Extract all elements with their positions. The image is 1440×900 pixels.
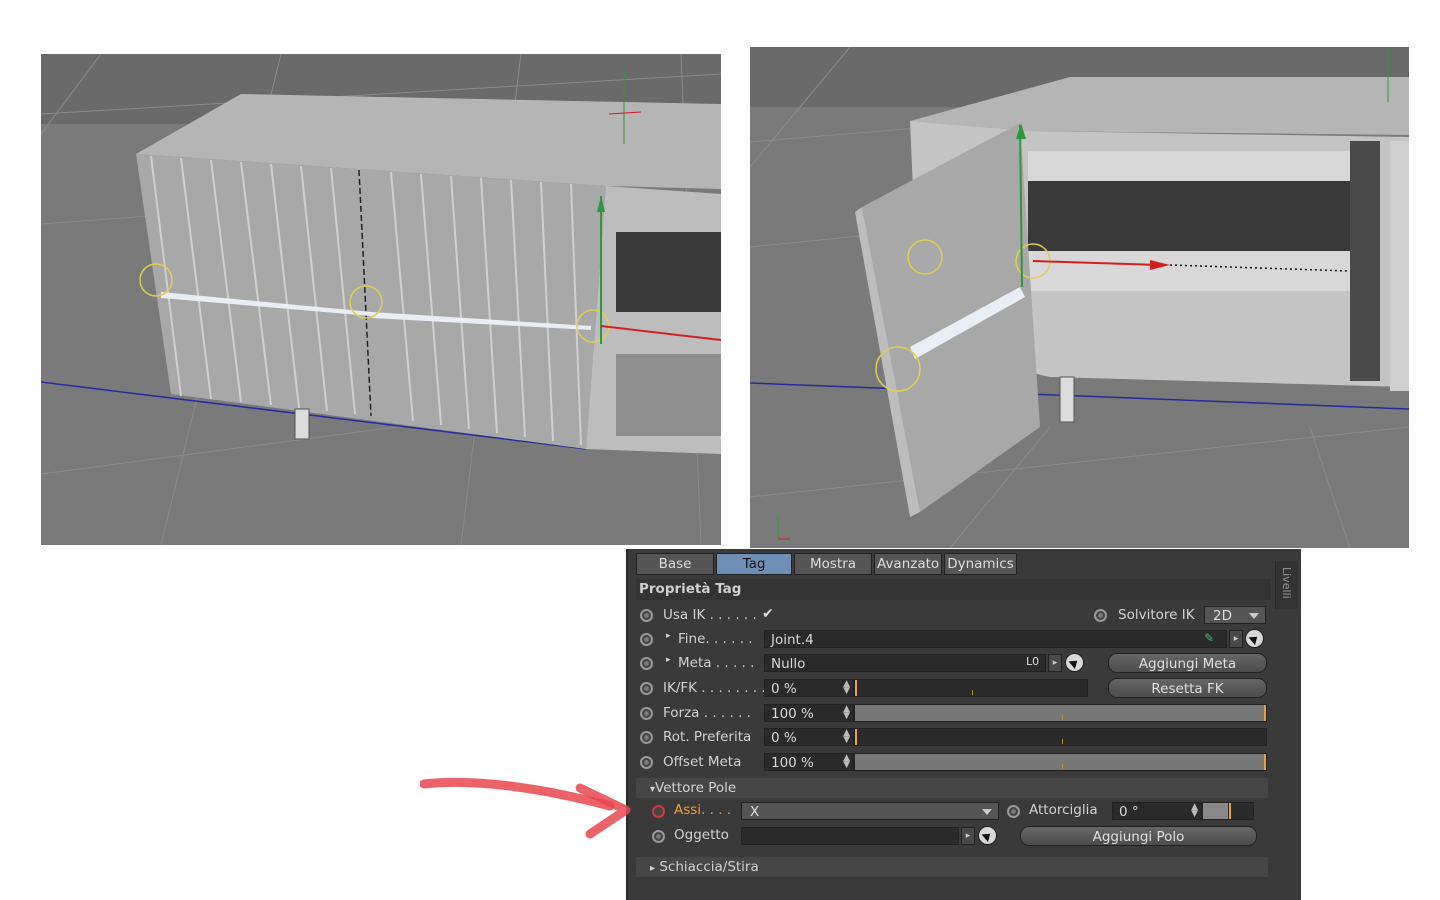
offset-meta-slider[interactable] (854, 753, 1267, 771)
attorciglia-value: 0 ° (1119, 804, 1139, 820)
side-tab-livelli[interactable]: Livelli (1275, 561, 1298, 609)
meta-link-field[interactable]: Nullo (764, 654, 1046, 672)
expand-icon: ▸ (650, 863, 656, 874)
annotation-arrow-icon (420, 777, 631, 839)
oggetto-link-field[interactable] (741, 827, 959, 845)
assi-value: X (750, 804, 760, 820)
group-vettore-pole-label: Vettore Pole (655, 780, 737, 796)
animate-solvitore-icon[interactable] (1094, 609, 1107, 622)
assi-label: Assi. . . . (674, 802, 732, 818)
fine-link-field[interactable]: Joint.4 (764, 630, 1227, 648)
spin-arrows-icon[interactable]: ▲ ▼ (843, 680, 850, 696)
usa-ik-label: Usa IK . . . . . . (663, 607, 757, 623)
animate-oggetto-icon[interactable] (652, 830, 665, 843)
group-vettore-pole[interactable]: ▾Vettore Pole (636, 778, 1268, 798)
ikfk-value: 0 % (771, 681, 797, 697)
spin-arrows-icon[interactable]: ▲ ▼ (1191, 803, 1198, 819)
forza-value: 100 % (771, 706, 814, 722)
assi-dropdown[interactable]: X (741, 802, 999, 820)
attorciglia-input[interactable]: 0 ° ▲ ▼ (1112, 802, 1202, 820)
usa-ik-checkbox[interactable]: ✔ (762, 606, 778, 622)
meta-menu-arrow-icon[interactable]: ▸ (1048, 654, 1062, 672)
spin-arrows-icon[interactable]: ▲ ▼ (843, 705, 850, 721)
spin-arrows-icon[interactable]: ▲ ▼ (843, 729, 850, 745)
forza-slider[interactable] (854, 704, 1267, 722)
viewport-right[interactable] (750, 47, 1409, 548)
animate-usa-ik-icon[interactable] (640, 609, 653, 622)
expand-meta-icon[interactable]: ▸ (666, 655, 671, 665)
group-schiaccia-stira-label: Schiaccia/Stira (659, 859, 759, 875)
ikfk-label: IK/FK . . . . . . . . (663, 680, 766, 696)
viewport-left[interactable] (41, 54, 721, 545)
tab-dynamics[interactable]: Dynamics (944, 553, 1017, 575)
animate-fine-icon[interactable] (640, 633, 653, 646)
rot-preferita-label: Rot. Preferita (663, 729, 752, 745)
fine-label: Fine. . . . . . (678, 631, 753, 647)
tab-base[interactable]: Base (636, 553, 714, 575)
meta-label: Meta . . . . . (678, 655, 755, 671)
animate-offset-meta-icon[interactable] (640, 756, 653, 769)
meta-value: Nullo (771, 656, 806, 672)
attribute-manager-panel: Livelli Base Tag Mostra Avanzato Dynamic… (626, 549, 1301, 900)
attorciglia-slider[interactable] (1202, 802, 1254, 820)
rot-preferita-value: 0 % (771, 730, 797, 746)
animate-meta-icon[interactable] (640, 657, 653, 670)
forza-input[interactable]: 100 % ▲ ▼ (764, 704, 854, 722)
pen-icon: ✎ (1204, 631, 1215, 645)
solvitore-dropdown[interactable]: 2D (1204, 606, 1266, 624)
fine-value: Joint.4 (771, 632, 814, 648)
offset-meta-value: 100 % (771, 755, 814, 771)
section-title: Proprietà Tag (636, 579, 1271, 600)
tab-avanzato[interactable]: Avanzato (874, 553, 943, 575)
spin-arrows-icon[interactable]: ▲ ▼ (843, 754, 850, 770)
forza-label: Forza . . . . . . (663, 705, 751, 721)
attorciglia-label: Attorciglia (1029, 802, 1098, 818)
animate-ikfk-icon[interactable] (640, 682, 653, 695)
tab-bar: Base Tag Mostra Avanzato Dynamics (636, 553, 1017, 575)
rot-preferita-input[interactable]: 0 % ▲ ▼ (764, 728, 854, 746)
scene-sideboard-closed (41, 54, 721, 545)
ikfk-slider[interactable] (854, 679, 1088, 697)
solvitore-label: Solvitore IK (1118, 607, 1195, 623)
solvitore-value: 2D (1213, 608, 1232, 624)
meta-picker-icon[interactable] (1065, 653, 1084, 672)
oggetto-label: Oggetto (674, 827, 729, 843)
tab-tag[interactable]: Tag (716, 553, 792, 575)
animate-assi-icon[interactable] (652, 805, 665, 818)
aggiungi-polo-button[interactable]: Aggiungi Polo (1020, 826, 1257, 846)
expand-fine-icon[interactable]: ▸ (666, 631, 671, 641)
rot-preferita-slider[interactable] (854, 728, 1267, 746)
group-schiaccia-stira[interactable]: ▸ Schiaccia/Stira (636, 857, 1268, 877)
offset-meta-input[interactable]: 100 % ▲ ▼ (764, 753, 854, 771)
scene-sideboard-open (750, 47, 1409, 548)
offset-meta-label: Offset Meta (663, 754, 742, 770)
fine-menu-arrow-icon[interactable]: ▸ (1229, 630, 1243, 648)
chevron-down-icon (982, 809, 992, 815)
animate-forza-icon[interactable] (640, 707, 653, 720)
animate-rot-preferita-icon[interactable] (640, 731, 653, 744)
aggiungi-meta-button[interactable]: Aggiungi Meta (1108, 653, 1267, 673)
oggetto-picker-icon[interactable] (978, 826, 997, 845)
ikfk-input[interactable]: 0 % ▲ ▼ (764, 679, 854, 697)
tab-mostra[interactable]: Mostra (794, 553, 872, 575)
chevron-down-icon (1249, 613, 1259, 619)
oggetto-menu-arrow-icon[interactable]: ▸ (961, 827, 975, 845)
fine-picker-icon[interactable] (1245, 629, 1264, 648)
resetta-fk-button[interactable]: Resetta FK (1108, 678, 1267, 698)
lock-icon: L0 (1026, 655, 1040, 668)
animate-attorciglia-icon[interactable] (1007, 805, 1020, 818)
